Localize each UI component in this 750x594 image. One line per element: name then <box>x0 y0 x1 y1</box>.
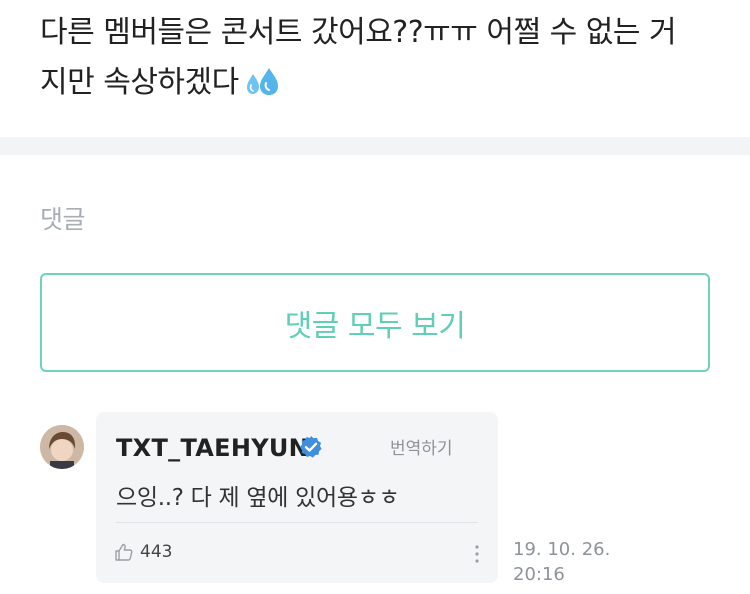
view-all-comments-button[interactable]: 댓글 모두 보기 <box>40 273 710 372</box>
comment-timestamp: 19. 10. 26. 20:16 <box>513 537 610 587</box>
sweat-droplets-icon <box>243 64 281 98</box>
post-text-line-2-wrap: 지만 속상하겠다 <box>40 58 720 108</box>
verified-badge-icon <box>300 436 322 458</box>
comment-divider <box>116 522 478 523</box>
comment-item: TXT_TAEHYUN 번역하기 으잉..? 다 제 옆에 있어용ㅎㅎ 443 <box>96 412 498 583</box>
comment-author-name[interactable]: TXT_TAEHYUN <box>116 434 309 462</box>
like-count: 443 <box>140 542 173 562</box>
timestamp-time: 20:16 <box>513 564 565 585</box>
comment-text: 으잉..? 다 제 옆에 있어용ㅎㅎ <box>116 485 400 511</box>
translate-button[interactable]: 번역하기 <box>390 434 453 459</box>
timestamp-date: 19. 10. 26. <box>513 539 611 560</box>
post-text-line-2: 지만 속상하겠다 <box>40 65 239 100</box>
thumbs-up-icon <box>115 543 133 561</box>
avatar-image <box>40 425 84 469</box>
section-divider <box>0 137 750 155</box>
more-options-icon[interactable] <box>470 542 484 566</box>
post-text-line-1: 다른 멤버들은 콘서트 갔어요??ㅠㅠ 어쩔 수 없는 거 <box>40 15 677 50</box>
comments-section-title: 댓글 <box>40 205 86 234</box>
post-body: 다른 멤버들은 콘서트 갔어요??ㅠㅠ 어쩔 수 없는 거 지만 속상하겠다 <box>40 8 720 108</box>
like-button[interactable]: 443 <box>114 540 172 564</box>
avatar[interactable] <box>40 425 84 469</box>
